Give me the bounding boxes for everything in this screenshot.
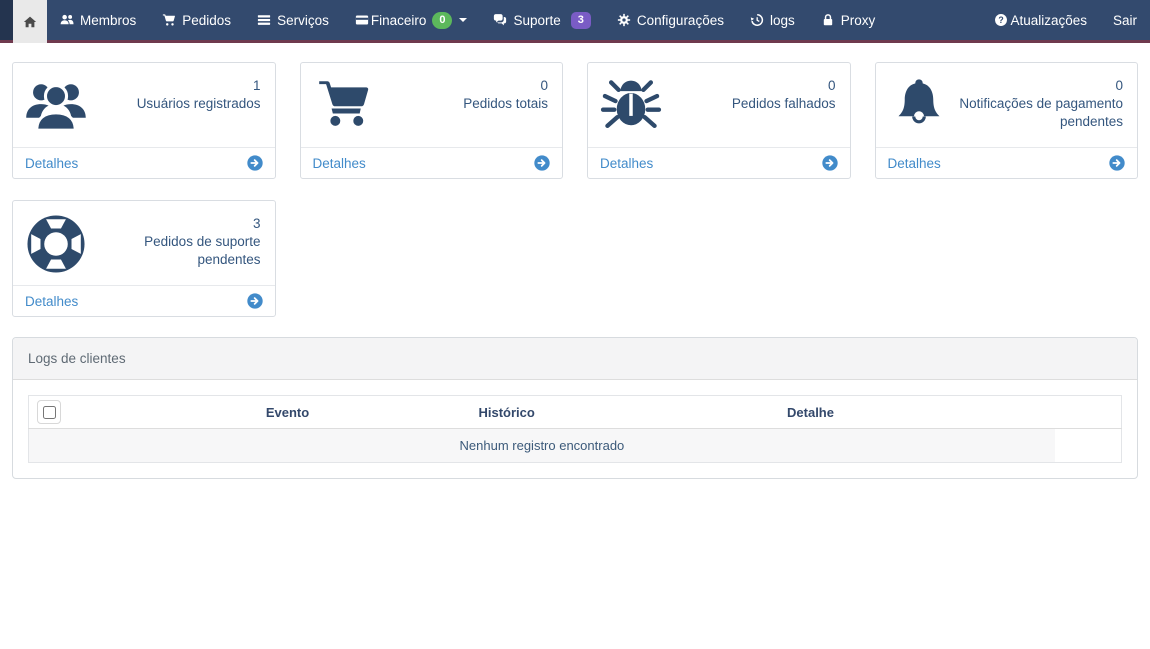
nav-label: Finaceiro [370,12,427,28]
column-header-evento: Evento [127,395,448,429]
history-icon [750,13,764,27]
comments-icon [493,13,507,27]
users-icon [25,75,87,137]
nav-label: Serviços [277,12,329,28]
details-link[interactable]: Detalhes [600,156,653,171]
stat-label: Pedidos de suporte pendentes [144,234,261,267]
nav-pedidos[interactable]: Pedidos [149,0,244,40]
card-pedidos-totais: 0 Pedidos totais Detalhes [299,62,563,179]
chevron-down-icon [459,18,468,22]
nav-label: Pedidos [182,12,232,28]
nav-configuracoes[interactable]: Configurações [604,0,737,40]
lock-icon [821,13,835,27]
nav-label: Proxy [840,12,876,28]
cart-icon [162,13,176,27]
card-pedidos-suporte: 3 Pedidos de suporte pendentes Detalhes [12,200,276,317]
details-link[interactable]: Detalhes [313,156,366,171]
select-all-checkbox[interactable] [42,405,56,419]
stats-row-2: 3 Pedidos de suporte pendentes Detalhes [0,200,1150,317]
arrow-circle-right-icon[interactable] [246,155,263,171]
credit-card-icon [355,13,369,27]
stat-label: Usuários registrados [136,96,261,111]
card-notificacoes-pagamento: 0 Notificações de pagamento pendentes De… [874,62,1138,179]
nav-suporte[interactable]: Suporte 3 [480,0,603,40]
nav-label: Sair [1112,12,1137,28]
gear-icon [617,13,631,27]
table-header-row: Evento Histórico Detalhe [28,395,1122,429]
question-circle-icon: ? [994,13,1008,27]
nav-sair[interactable]: Sair [1100,0,1150,40]
table-row: Nenhum registro encontrado [28,428,1122,463]
details-link[interactable]: Detalhes [25,294,78,309]
stats-row-1: 1 Usuários registrados Detalhes 0 Pedido… [0,62,1150,179]
stat-label: Pedidos totais [463,96,548,111]
nav-label: logs [769,12,795,28]
nav-label: Atualizações [1010,12,1087,28]
nav-servicos[interactable]: Serviços [244,0,342,40]
nav-finaceiro[interactable]: Finaceiro 0 [342,0,481,40]
card-pedidos-falhados: 0 Pedidos falhados Detalhes [587,62,851,179]
stat-value: 1 [252,78,261,93]
brand-strip [0,0,13,40]
suporte-badge: 3 [570,11,591,29]
stat-label: Pedidos falhados [731,96,836,111]
nav-label: Membros [80,12,137,28]
stat-value: 3 [252,216,261,231]
empty-table-message: Nenhum registro encontrado [28,428,1055,463]
home-icon [23,15,37,29]
details-link[interactable]: Detalhes [888,156,941,171]
finaceiro-badge: 0 [432,11,453,29]
card-usuarios-registrados: 1 Usuários registrados Detalhes [12,62,276,179]
life-ring-icon [25,213,87,275]
svg-text:?: ? [999,15,1004,25]
column-header-detalhe: Detalhe [566,395,1055,429]
logs-panel: Logs de clientes Evento Histórico Detalh… [12,337,1138,479]
logs-table: Evento Histórico Detalhe Nenhum registro… [28,395,1122,463]
panel-title: Logs de clientes [13,338,1137,380]
stat-label: Notificações de pagamento pendentes [959,96,1123,129]
nav-label: Suporte [513,12,561,28]
stat-value: 0 [1115,78,1123,93]
shopping-cart-icon [313,75,375,137]
stat-value: 0 [540,78,548,93]
stat-value: 0 [827,78,836,93]
users-icon [60,13,74,27]
top-navbar: Membros Pedidos Serviços Finaceiro 0 Sup… [0,0,1150,43]
nav-logs[interactable]: logs [737,0,808,40]
arrow-circle-right-icon[interactable] [534,155,550,171]
nav-home[interactable] [13,0,47,43]
nav-proxy[interactable]: Proxy [808,0,889,40]
nav-atualizacoes[interactable]: ? Atualizações [981,0,1100,40]
nav-label: Configurações [636,12,724,28]
column-header-historico: Histórico [447,395,567,429]
list-icon [257,13,271,27]
select-all-checkbox-frame [37,400,61,424]
arrow-circle-right-icon[interactable] [246,293,263,309]
details-link[interactable]: Detalhes [25,156,78,171]
bell-icon [888,75,950,137]
nav-membros[interactable]: Membros [47,0,149,40]
arrow-circle-right-icon[interactable] [1109,155,1125,171]
bug-icon [600,75,662,137]
arrow-circle-right-icon[interactable] [821,155,838,171]
